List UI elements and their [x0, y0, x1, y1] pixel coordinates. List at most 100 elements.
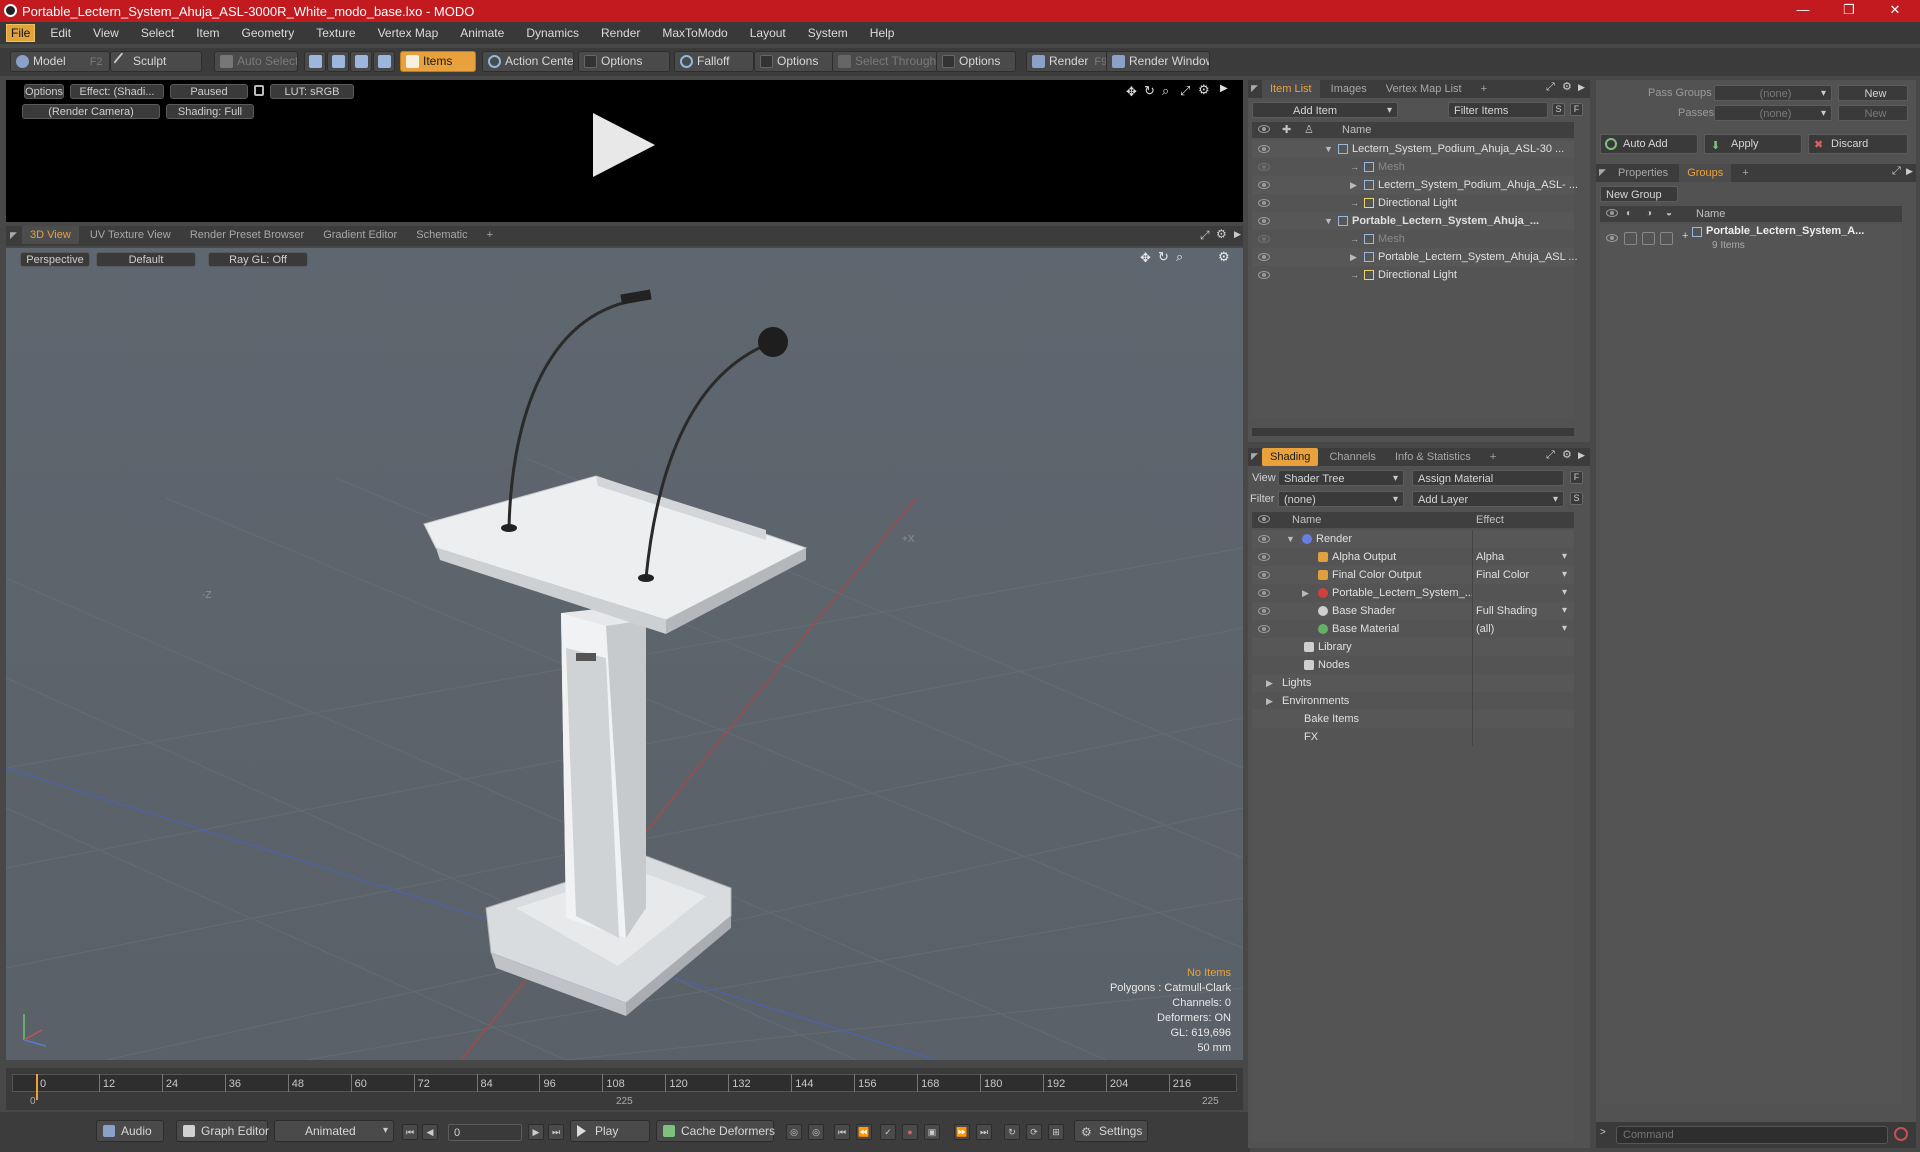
materials-mode-button[interactable] — [373, 51, 395, 72]
tab-properties[interactable]: Properties — [1610, 164, 1676, 182]
gear-icon[interactable]: ⚙ — [1562, 448, 1572, 461]
item-tree-row[interactable]: ▼ Portable_Lectern_System_Ahuja_... — [1252, 212, 1574, 230]
arrow-right-icon[interactable]: ▶ — [1220, 83, 1228, 94]
prev-icon[interactable]: ⏪ — [856, 1124, 872, 1140]
select-through-button[interactable]: Select Through — [832, 51, 938, 72]
graph-editor-button[interactable]: Graph Editor — [176, 1120, 269, 1142]
shader-tree-row[interactable]: ▶ Portable_Lectern_System_... — [1252, 584, 1574, 602]
menu-texture[interactable]: Texture — [305, 22, 366, 44]
tab-item-list[interactable]: Item List — [1262, 80, 1320, 98]
add-tab-icon[interactable]: + — [479, 226, 501, 244]
new-group-button[interactable]: New Group — [1600, 186, 1678, 202]
visibility-icon[interactable] — [1606, 234, 1618, 242]
shader-tree-row[interactable]: Final Color Output Final Color — [1252, 566, 1574, 584]
preview-options-button[interactable]: Options — [24, 84, 64, 99]
polygons-mode-button[interactable] — [350, 51, 372, 72]
visibility-icon[interactable] — [1258, 253, 1270, 261]
menu-system[interactable]: System — [797, 22, 859, 44]
effect-dropdown[interactable]: (all) — [1476, 620, 1572, 638]
child-branch-icon[interactable]: → — [1350, 158, 1359, 176]
shader-tree-row[interactable]: ▼ Render — [1252, 530, 1574, 548]
expand-arrow-icon[interactable]: ▼ — [1324, 212, 1333, 230]
prev-key-icon[interactable]: ⏮ — [834, 1124, 850, 1140]
settings-button[interactable]: ⚙ Settings — [1074, 1120, 1148, 1142]
shader-tree-row[interactable]: Library — [1252, 638, 1574, 656]
menu-select[interactable]: Select — [130, 22, 185, 44]
tab-shading[interactable]: Shading — [1262, 448, 1319, 466]
record-icon[interactable]: ● — [902, 1124, 918, 1140]
expand-icon[interactable]: + — [1682, 230, 1688, 242]
zoom-icon[interactable]: ⌕ — [1162, 83, 1169, 99]
visibility-icon[interactable] — [1258, 607, 1270, 615]
menu-animate[interactable]: Animate — [449, 22, 515, 44]
tab-info-statistics[interactable]: Info & Statistics — [1387, 448, 1479, 466]
playhead[interactable] — [36, 1074, 38, 1100]
items-mode-button[interactable]: Items — [400, 51, 476, 72]
sculpt-mode-button[interactable]: Sculpt — [110, 51, 202, 72]
new-pass-group-button[interactable]: New — [1838, 85, 1908, 101]
maximize-panel-icon[interactable]: ⤢ — [1546, 449, 1555, 462]
shader-tree-row[interactable]: Bake Items — [1252, 710, 1574, 728]
paused-toggle[interactable]: Paused — [170, 84, 248, 99]
audio-button[interactable]: Audio — [96, 1120, 164, 1142]
tab-render-preset-browser[interactable]: Render Preset Browser — [182, 226, 312, 244]
tab-3d-view[interactable]: 3D View — [22, 226, 79, 244]
collapse-arrow-icon[interactable]: ▼ — [1286, 530, 1295, 548]
add-layer-dropdown[interactable]: Add Layer — [1412, 491, 1564, 507]
fit-icon[interactable]: ⊞ — [1048, 1124, 1064, 1140]
item-list-scrollbar[interactable] — [1252, 428, 1574, 436]
arrow-right-icon[interactable]: ▶ — [1578, 450, 1585, 461]
next-key-icon[interactable]: ⏭ — [976, 1124, 992, 1140]
last-frame-button[interactable]: ⏭ — [548, 1124, 564, 1140]
shader-tree-row[interactable]: Base Shader Full Shading — [1252, 602, 1574, 620]
first-frame-button[interactable]: ⏮ — [402, 1124, 418, 1140]
arrow-right-icon[interactable]: ▶ — [1234, 229, 1241, 240]
maximize-button[interactable]: ❐ — [1826, 2, 1872, 20]
menu-help[interactable]: Help — [859, 22, 906, 44]
shader-tree-row[interactable]: Alpha Output Alpha — [1252, 548, 1574, 566]
tab-images[interactable]: Images — [1323, 80, 1375, 98]
gear-icon[interactable]: ⚙ — [1216, 227, 1227, 241]
item-tree-row[interactable]: → Mesh — [1252, 230, 1574, 248]
falloff-options-button[interactable]: Options — [754, 51, 834, 72]
lock-toggle[interactable] — [1642, 232, 1655, 245]
expand-arrow-icon[interactable]: ▶ — [1302, 584, 1309, 602]
passes-dropdown[interactable]: (none) — [1714, 105, 1832, 121]
shader-tree-row[interactable]: ▶ Environments — [1252, 692, 1574, 710]
gear-icon[interactable]: ⚙ — [1562, 80, 1572, 93]
action-center-button[interactable]: Action Center — [482, 51, 574, 72]
item-tree-row[interactable]: ▼ Lectern_System_Podium_Ahuja_ASL-30 ... — [1252, 140, 1574, 158]
command-history-icon[interactable] — [1894, 1127, 1908, 1141]
effect-dropdown[interactable]: Full Shading — [1476, 602, 1572, 620]
tab-groups[interactable]: Groups — [1679, 164, 1732, 182]
arrow-right-icon[interactable]: ▶ — [1906, 166, 1913, 177]
menu-item[interactable]: Item — [185, 22, 230, 44]
pass-groups-dropdown[interactable]: (none) — [1714, 85, 1832, 101]
group-row[interactable]: + Portable_Lectern_System_A... 9 Items — [1600, 224, 1902, 258]
maximize-panel-icon[interactable]: ⤢ — [1200, 228, 1210, 243]
effect-dropdown[interactable]: Effect: (Shadi... — [70, 84, 164, 99]
child-branch-icon[interactable]: → — [1350, 230, 1359, 248]
menu-geometry[interactable]: Geometry — [231, 22, 306, 44]
action-center-options-button[interactable]: Options — [578, 51, 670, 72]
shader-tree-row[interactable]: FX — [1252, 728, 1574, 746]
shader-tree-row[interactable]: ▶ Lights — [1252, 674, 1574, 692]
new-pass-button[interactable]: New — [1838, 105, 1908, 121]
next-frame-button[interactable]: ▶ — [528, 1124, 544, 1140]
select-through-options-button[interactable]: Options — [936, 51, 1016, 72]
item-tree-row[interactable]: → Mesh — [1252, 158, 1574, 176]
menu-edit[interactable]: Edit — [39, 22, 82, 44]
maximize-panel-icon[interactable]: ⤢ — [1546, 81, 1555, 94]
tab-channels[interactable]: Channels — [1321, 448, 1383, 466]
expand-arrow-icon[interactable]: ▶ — [1266, 692, 1273, 710]
shading-dropdown[interactable]: Shading: Full — [166, 104, 254, 119]
key-icon[interactable]: ✓ — [880, 1124, 896, 1140]
item-tree-row[interactable]: ▶ Lectern_System_Podium_Ahuja_ASL- ... — [1252, 176, 1578, 194]
tab-uv-texture-view[interactable]: UV Texture View — [82, 226, 179, 244]
loop-icon[interactable]: ↻ — [1004, 1124, 1020, 1140]
menu-layout[interactable]: Layout — [739, 22, 797, 44]
menu-vertex-map[interactable]: Vertex Map — [367, 22, 450, 44]
play-button[interactable]: Play — [570, 1120, 650, 1142]
effect-dropdown[interactable] — [1476, 584, 1572, 602]
child-branch-icon[interactable]: → — [1350, 266, 1359, 284]
